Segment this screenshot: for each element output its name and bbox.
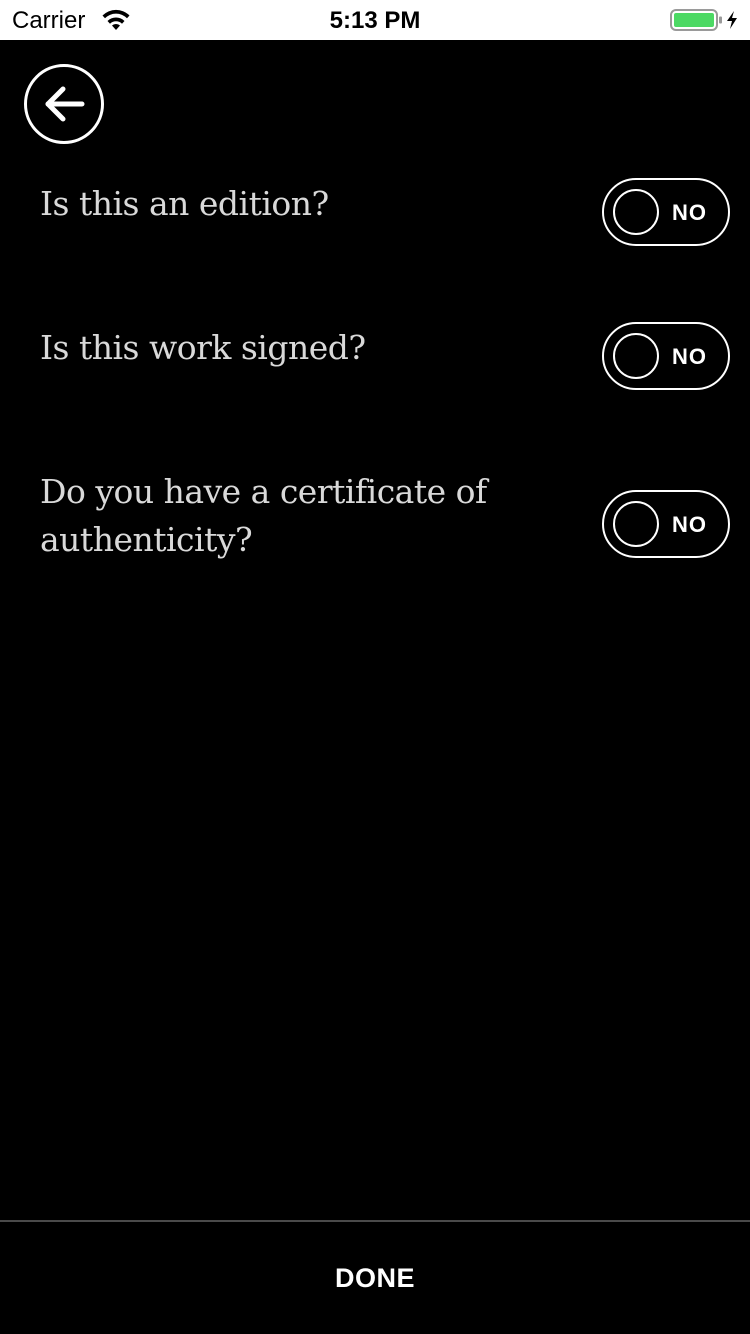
question-edition-label: Is this an edition? bbox=[40, 184, 329, 223]
toggle-knob bbox=[613, 189, 659, 235]
arrow-left-icon bbox=[45, 86, 85, 122]
edition-toggle[interactable]: NO bbox=[602, 178, 730, 246]
signed-toggle[interactable]: NO bbox=[602, 322, 730, 390]
status-time: 5:13 PM bbox=[329, 7, 421, 34]
question-signed-label: Is this work signed? bbox=[40, 328, 366, 367]
back-button[interactable] bbox=[24, 64, 104, 144]
toggle-value-label: NO bbox=[672, 200, 707, 225]
toggle-value-label: NO bbox=[672, 344, 707, 369]
status-bar: Carrier 5:13 PM bbox=[0, 0, 750, 40]
question-certificate-label: Do you have a certificate of authenticit… bbox=[40, 472, 487, 559]
done-button[interactable]: DONE bbox=[0, 1222, 750, 1334]
toggle-value-label: NO bbox=[672, 512, 707, 537]
certificate-toggle[interactable]: NO bbox=[602, 490, 730, 558]
toggle-knob bbox=[613, 501, 659, 547]
toggle-knob bbox=[613, 333, 659, 379]
battery-icon bbox=[670, 9, 742, 31]
